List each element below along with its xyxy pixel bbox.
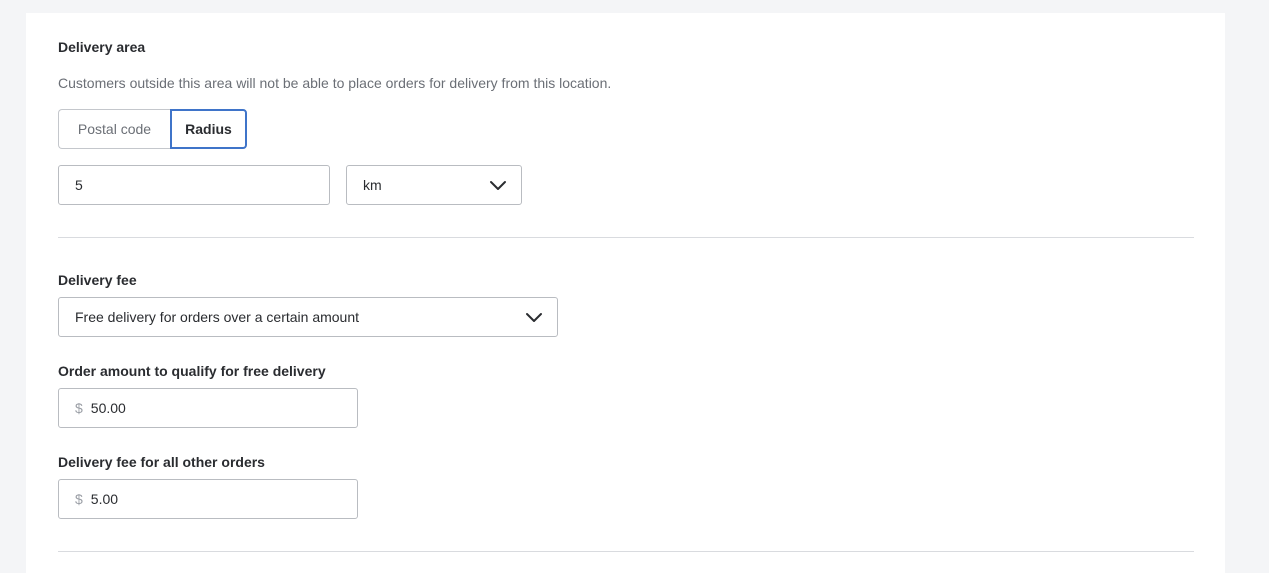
section-divider	[58, 237, 1194, 238]
qualify-amount-input[interactable]: $ 50.00	[58, 388, 358, 428]
fee-type-select-value: Free delivery for orders over a certain …	[75, 309, 360, 325]
currency-prefix: $	[75, 400, 83, 416]
other-fee-input[interactable]: $ 5.00	[58, 479, 358, 519]
fee-type-select[interactable]: Free delivery for orders over a certain …	[58, 297, 558, 337]
postal-code-option[interactable]: Postal code	[58, 109, 170, 149]
delivery-settings-card: Delivery area Customers outside this are…	[26, 13, 1225, 573]
unit-select[interactable]: km	[346, 165, 522, 205]
chevron-down-icon	[490, 181, 506, 190]
delivery-area-title: Delivery area	[58, 39, 146, 55]
other-fee-value: 5.00	[90, 491, 119, 507]
currency-prefix: $	[75, 491, 83, 507]
delivery-fee-title: Delivery fee	[58, 272, 137, 288]
other-fee-label: Delivery fee for all other orders	[58, 454, 265, 470]
radius-input-value: 5	[75, 177, 83, 193]
area-type-toggle: Postal code Radius	[58, 109, 247, 149]
radius-option-label: Radius	[185, 121, 232, 137]
qualify-amount-value: 50.00	[90, 400, 126, 416]
radius-input[interactable]: 5	[58, 165, 330, 205]
postal-code-option-label: Postal code	[77, 121, 152, 137]
qualify-amount-label: Order amount to qualify for free deliver…	[58, 363, 326, 379]
radius-option[interactable]: Radius	[170, 109, 247, 149]
delivery-area-helper: Customers outside this area will not be …	[58, 75, 612, 91]
chevron-down-icon	[526, 313, 542, 322]
unit-select-value: km	[363, 177, 382, 193]
section-divider	[58, 551, 1194, 552]
